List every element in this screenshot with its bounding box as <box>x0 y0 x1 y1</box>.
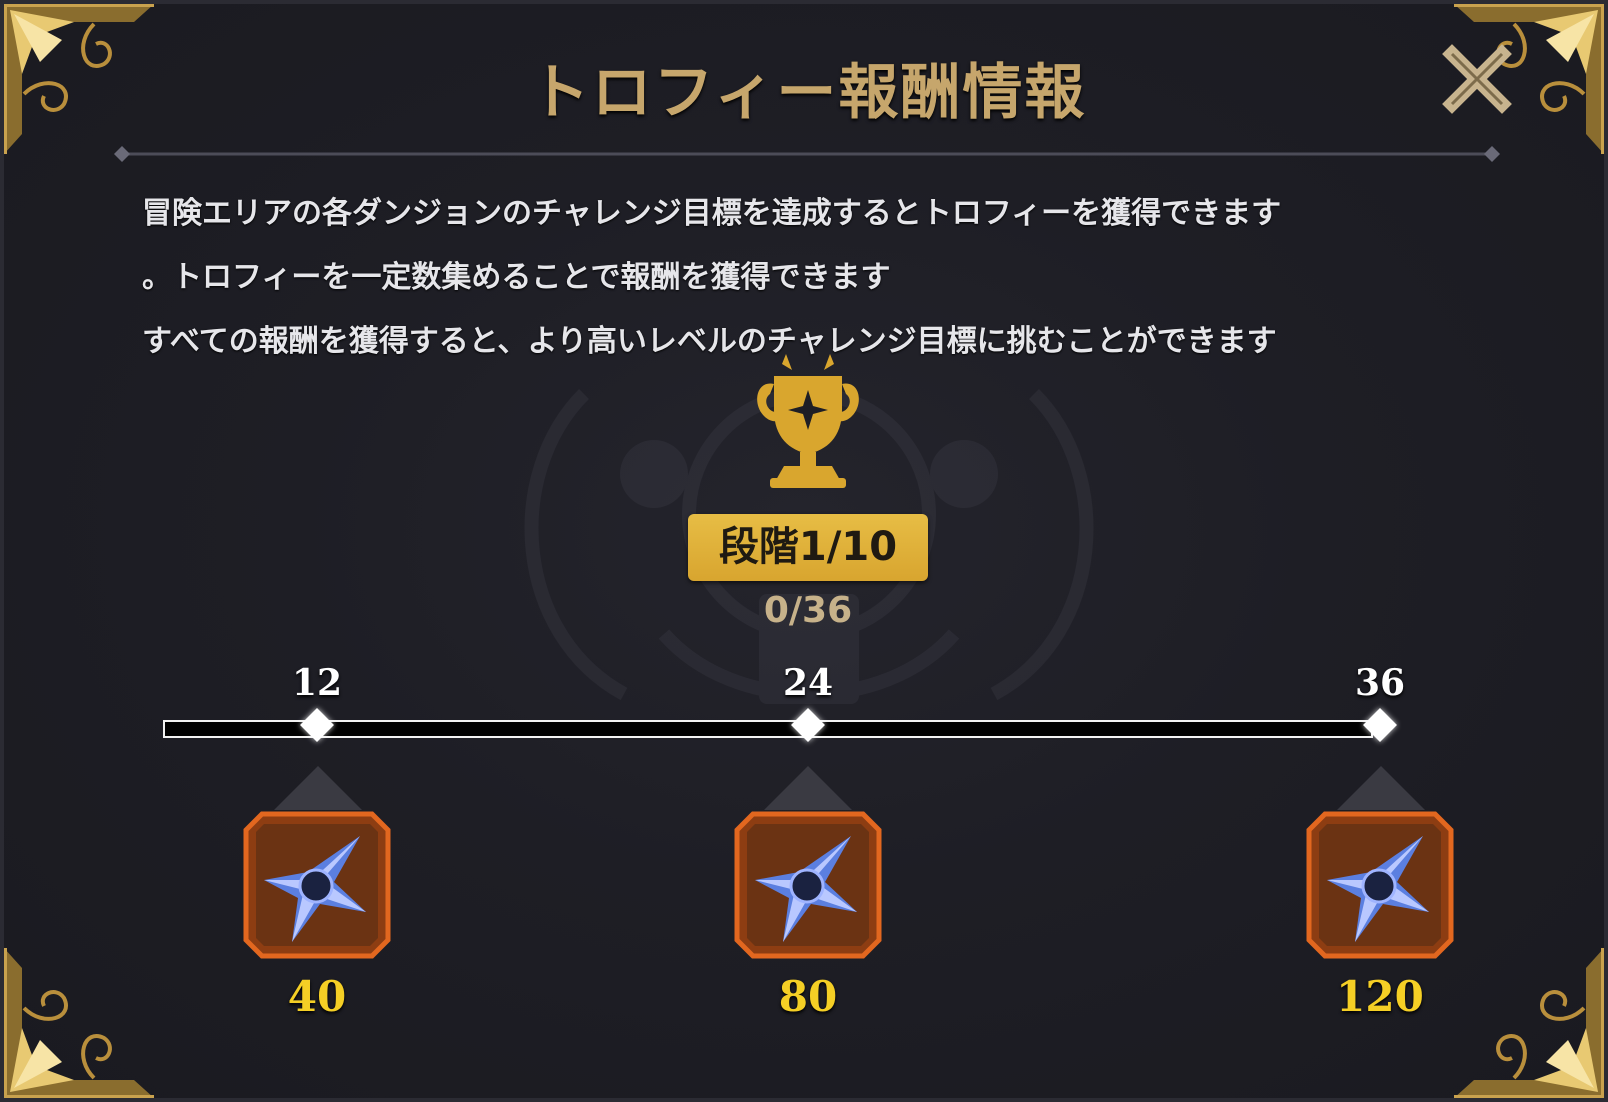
description-text: 冒険エリアの各ダンジョンのチャレンジ目標を達成するとトロフィーを獲得できます 。… <box>142 182 1482 374</box>
trophy-reward-dialog: トロフィー報酬情報 冒険エリアの各ダンジョンのチャレンジ目標を達成するとトロフィ… <box>0 0 1608 1102</box>
description-line: 冒険エリアの各ダンジョンのチャレンジ目標を達成するとトロフィーを獲得できます <box>142 196 1282 231</box>
corner-ornament-icon <box>1454 948 1604 1098</box>
reward-amount: 80 <box>778 972 838 1021</box>
milestone-threshold: 36 <box>1354 662 1406 704</box>
corner-ornament-icon <box>4 948 154 1098</box>
reward-item-crystal-shuriken-icon[interactable] <box>1305 810 1455 960</box>
reward-pointer <box>1337 766 1425 810</box>
milestone-threshold: 12 <box>291 662 343 704</box>
reward-amount: 40 <box>287 972 347 1021</box>
reward-item-crystal-shuriken-icon[interactable] <box>733 810 883 960</box>
trophy-progress-count: 0/36 <box>763 590 853 631</box>
progress-track <box>163 720 1373 738</box>
milestone-threshold: 24 <box>782 662 834 704</box>
stage-badge: 段階1/10 <box>688 514 928 581</box>
close-icon[interactable] <box>1442 44 1512 114</box>
title-divider <box>114 146 1500 162</box>
trophy-icon <box>757 354 859 488</box>
description-line: 。トロフィーを一定数集めることで報酬を獲得できます <box>142 260 891 295</box>
reward-item-crystal-shuriken-icon[interactable] <box>242 810 392 960</box>
reward-amount: 120 <box>1336 972 1424 1021</box>
dialog-title: トロフィー報酬情報 <box>529 58 1087 128</box>
reward-pointer <box>764 766 852 810</box>
reward-pointer <box>274 766 362 810</box>
